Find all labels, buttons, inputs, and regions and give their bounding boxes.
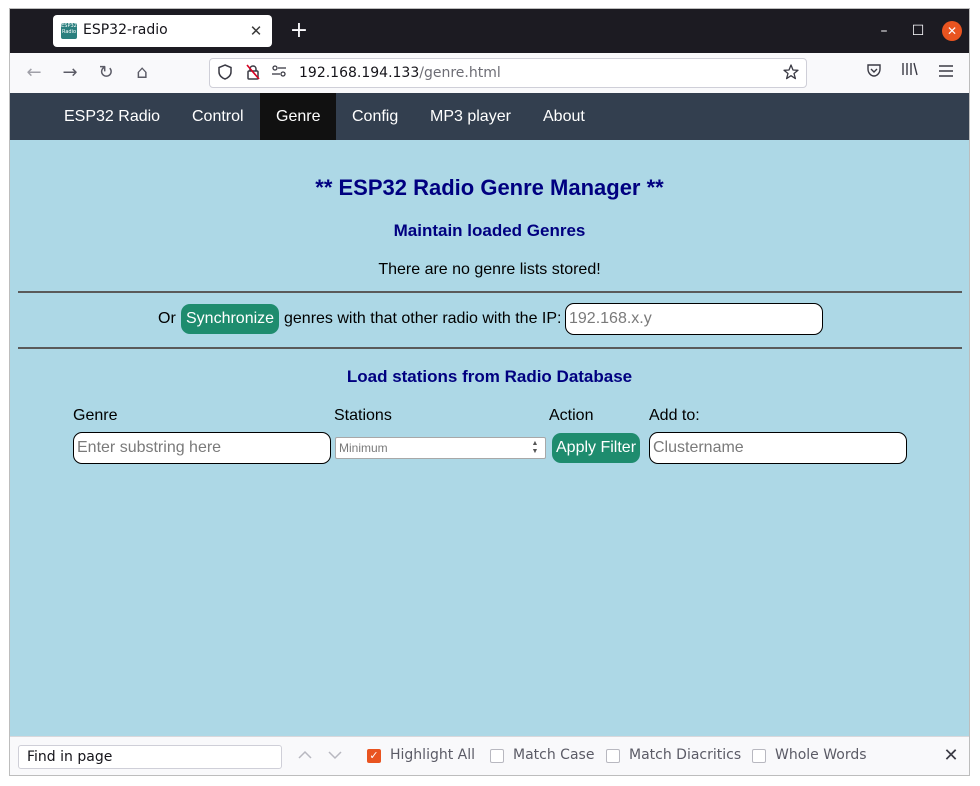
tab-title: ESP32-radio [83, 22, 168, 38]
spinner-icon[interactable]: ▲ ▼ [528, 440, 542, 456]
sync-description: genres with that other radio with the IP… [284, 310, 562, 327]
genre-label: Genre [73, 407, 118, 424]
divider [18, 347, 962, 349]
close-find-bar-icon[interactable]: ✕ [940, 745, 962, 767]
hamburger-menu-icon[interactable] [934, 61, 958, 85]
find-bar: Find in page ✓ Highlight All Match Case … [10, 736, 969, 775]
tab-esp32-radio[interactable]: ESP32 Radio ESP32-radio ✕ [53, 15, 272, 47]
sync-row: Or Synchronize genres with that other ra… [10, 303, 969, 335]
lock-icon[interactable] [244, 64, 262, 82]
match-diacritics-checkbox[interactable] [606, 749, 620, 763]
site-menu: ESP32 Radio Control Genre Config MP3 pla… [10, 93, 969, 140]
bookmark-star-icon[interactable] [782, 64, 800, 82]
url-host: 192.168.194.133 [299, 65, 420, 81]
add-to-label: Add to: [649, 407, 700, 424]
menu-item-about[interactable]: About [527, 93, 601, 140]
match-diacritics-label[interactable]: Match Diacritics [629, 747, 741, 763]
address-bar[interactable]: 192.168.194.133/genre.html [209, 58, 807, 88]
esp32-radio-favicon-icon: ESP32 Radio [61, 23, 77, 39]
close-window-button[interactable]: ✕ [942, 21, 962, 41]
shield-icon[interactable] [216, 64, 234, 82]
pocket-icon[interactable] [862, 61, 886, 85]
menu-item-config[interactable]: Config [336, 93, 414, 140]
find-next-icon[interactable] [326, 747, 344, 765]
menu-item-mp3-player[interactable]: MP3 player [414, 93, 527, 140]
stations-placeholder: Minimum [339, 441, 388, 455]
find-in-page-input[interactable]: Find in page [18, 745, 282, 769]
match-case-checkbox[interactable] [490, 749, 504, 763]
clustername-input[interactable]: Clustername [649, 432, 907, 464]
maximize-button[interactable]: ☐ [908, 21, 928, 41]
synchronize-button[interactable]: Synchronize [181, 304, 280, 334]
sync-prefix: Or [158, 310, 176, 327]
whole-words-checkbox[interactable] [752, 749, 766, 763]
action-label: Action [549, 407, 594, 424]
apply-filter-button[interactable]: Apply Filter [552, 433, 641, 463]
tab-strip: ESP32 Radio ESP32-radio ✕ + – ☐ ✕ [10, 9, 969, 53]
highlight-all-checkbox[interactable]: ✓ [367, 749, 381, 763]
stations-minimum-input[interactable]: Minimum ▲ ▼ [335, 437, 546, 459]
divider [18, 291, 962, 293]
browser-window: ESP32 Radio ESP32-radio ✕ + – ☐ ✕ ← → ↻ … [9, 8, 970, 776]
ip-input[interactable]: 192.168.x.y [565, 303, 823, 335]
menu-item-esp32-radio[interactable]: ESP32 Radio [48, 93, 176, 140]
find-previous-icon[interactable] [296, 747, 314, 765]
whole-words-label[interactable]: Whole Words [775, 747, 867, 763]
library-icon[interactable] [898, 61, 922, 85]
url-path: /genre.html [419, 65, 501, 81]
permissions-icon[interactable] [270, 64, 288, 82]
back-button[interactable]: ← [22, 61, 46, 85]
reload-button[interactable]: ↻ [94, 61, 118, 85]
page-title: ** ESP32 Radio Genre Manager ** [315, 175, 664, 200]
stations-label: Stations [334, 407, 392, 424]
menu-item-control[interactable]: Control [176, 93, 260, 140]
load-stations-title: Load stations from Radio Database [346, 367, 633, 386]
match-case-label[interactable]: Match Case [513, 747, 594, 763]
new-tab-button[interactable]: + [288, 20, 310, 42]
close-tab-icon[interactable]: ✕ [246, 21, 266, 41]
maintain-genres-title: Maintain loaded Genres [393, 221, 586, 240]
forward-button[interactable]: → [58, 61, 82, 85]
genre-filter-input[interactable]: Enter substring here [73, 432, 331, 464]
page-content: ESP32 Radio Control Genre Config MP3 pla… [10, 93, 969, 736]
minimize-button[interactable]: – [874, 21, 894, 41]
no-genres-message: There are no genre lists stored! [378, 261, 601, 278]
url-text[interactable]: 192.168.194.133/genre.html [299, 65, 501, 81]
menu-item-genre[interactable]: Genre [260, 93, 337, 140]
home-button[interactable]: ⌂ [130, 61, 154, 85]
highlight-all-label[interactable]: Highlight All [390, 747, 475, 763]
navigation-toolbar: ← → ↻ ⌂ 192.168.194.133/genre.html [10, 53, 969, 94]
